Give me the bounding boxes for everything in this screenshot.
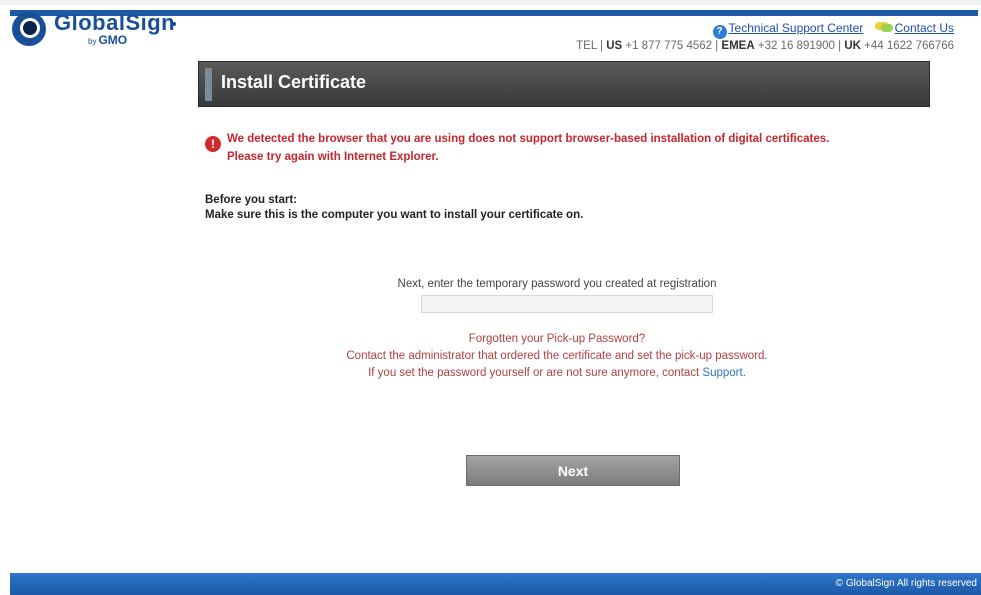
- footer: © GlobalSign All rights reserved: [10, 573, 981, 595]
- before-you-start: Before you start: Make sure this is the …: [205, 193, 583, 223]
- uk-code: UK: [844, 40, 861, 52]
- logo-sub-gmo: GMO: [98, 33, 128, 47]
- title-banner: Install Certificate: [198, 61, 930, 107]
- copyright-text: © GlobalSign All rights reserved: [835, 578, 977, 589]
- logo-sub-prefix: by: [88, 37, 97, 46]
- globalsign-logo[interactable]: GlobalSign by GMO: [8, 8, 208, 52]
- help-line-3: If you set the password yourself or are …: [133, 365, 981, 382]
- pickup-password-input[interactable]: [421, 295, 713, 313]
- error-text: We detected the browser that you are usi…: [227, 130, 829, 166]
- password-help: Forgotten your Pick-up Password? Contact…: [0, 331, 981, 382]
- error-line-2: Please try again with Internet Explorer.: [227, 151, 439, 163]
- error-line-1: We detected the browser that you are usi…: [227, 133, 830, 145]
- password-label: Next, enter the temporary password you c…: [397, 278, 717, 290]
- support-link[interactable]: Support: [702, 367, 742, 379]
- next-button[interactable]: Next: [466, 455, 680, 486]
- tel-label: TEL |: [576, 40, 603, 52]
- emea-number: +32 16 891900 |: [757, 40, 842, 52]
- exclamation-circle-icon: !: [205, 136, 221, 152]
- contact-us-link[interactable]: Contact Us: [895, 21, 954, 35]
- logo-subtext: by GMO: [88, 34, 127, 48]
- header-links: ? Technical Support Center Contact Us: [712, 21, 954, 39]
- emea-code: EMEA: [721, 40, 755, 52]
- page-title: Install Certificate: [221, 72, 367, 92]
- globalsign-eye-icon: [12, 12, 46, 46]
- logo-dot: [172, 22, 176, 26]
- before-heading: Before you start:: [205, 194, 298, 206]
- help-line-3-period: .: [742, 367, 746, 379]
- telephone-line: TEL | US +1 877 775 4562 | EMEA +32 16 8…: [576, 40, 954, 52]
- title-accent-bar: [205, 68, 212, 101]
- help-circle-icon[interactable]: ?: [712, 25, 727, 39]
- before-instruction: Make sure this is the computer you want …: [205, 209, 584, 221]
- help-line-3-text: If you set the password yourself or are …: [368, 367, 700, 379]
- help-line-2: Contact the administrator that ordered t…: [346, 350, 768, 362]
- us-number: +1 877 775 4562 |: [625, 40, 719, 52]
- us-code: US: [606, 40, 623, 52]
- technical-support-link[interactable]: Technical Support Center: [729, 21, 864, 35]
- uk-number: +44 1622 766766: [864, 40, 954, 52]
- top-strip: [0, 0, 981, 5]
- logo-wordmark: GlobalSign: [54, 10, 176, 35]
- help-line-1: Forgotten your Pick-up Password?: [468, 333, 646, 345]
- chat-bubbles-icon[interactable]: [874, 22, 893, 33]
